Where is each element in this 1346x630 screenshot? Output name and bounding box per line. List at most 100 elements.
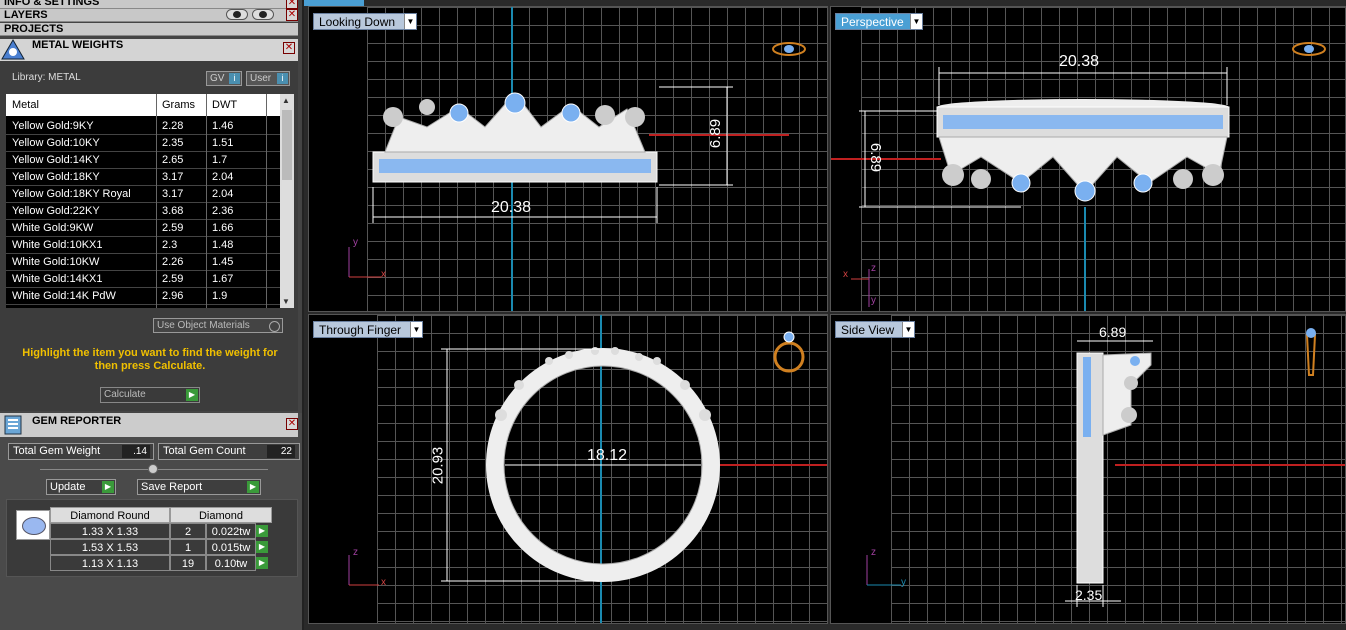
chevron-down-icon[interactable]: ▼ [902,322,914,337]
height-dimension: 6.89 [867,142,885,173]
info-settings-label: INFO & SETTINGS [4,0,100,8]
cell-metal: White Gold:10KX1 [12,239,103,251]
metal-table-scrollbar[interactable]: ▲ ▼ [280,94,294,308]
axis-z-label: z [871,547,876,558]
gem-cell-count: 1 [170,539,206,555]
metal-table-header: Metal Grams DWT [6,94,280,116]
viewport-looking-down[interactable]: Looking Down ▼ 20.38 6.89 y x [308,6,828,312]
viewport-label-perspective[interactable]: Perspective ▼ [835,13,923,30]
cell-dwt: 2.04 [212,171,234,183]
height-dimension: 6.89 [707,118,725,149]
cell-dwt: 1.45 [212,256,234,268]
table-row[interactable]: Yellow Gold:14KY 2.65 1.7 [6,152,280,169]
table-row[interactable]: Yellow Gold:18KY Royal 3.17 2.04 [6,186,280,203]
viewport-label-through-finger[interactable]: Through Finger ▼ [313,321,423,338]
eye-icon[interactable] [252,9,274,20]
gv-toggle[interactable]: GV i [206,71,242,86]
table-row[interactable]: Yellow Gold:18KY 3.17 2.04 [6,169,280,186]
scroll-down-icon[interactable]: ▼ [282,297,290,306]
save-report-button[interactable]: Save Report ▶ [137,479,261,495]
play-icon: ▶ [247,481,259,493]
viewport-label-side-view[interactable]: Side View ▼ [835,321,915,338]
scroll-up-icon[interactable]: ▲ [282,96,290,105]
projects-header[interactable]: PROJECTS [0,23,298,36]
column-dwt[interactable]: DWT [212,99,237,111]
close-icon[interactable]: ✕ [286,0,298,9]
height-dimension: 20.93 [429,446,447,485]
cell-grams: 2.28 [162,120,184,132]
viewport-label-looking-down[interactable]: Looking Down ▼ [313,13,417,30]
play-icon[interactable]: ▶ [256,541,268,553]
cell-metal: Yellow Gold:22KY [12,205,100,217]
table-row[interactable]: White Gold:9KW 2.59 1.66 [6,220,280,237]
column-grams[interactable]: Grams [162,99,195,111]
axis-y-label: y [901,577,906,588]
viewport-title: Perspective [841,15,904,29]
axis-x-label: x [381,577,386,588]
gem-reporter-title: GEM REPORTER [32,415,122,427]
chevron-down-icon[interactable]: ▼ [404,14,416,29]
table-row[interactable]: White Gold:14KX1 2.59 1.67 [6,271,280,288]
close-icon[interactable]: ✕ [283,42,295,54]
column-divider [266,94,267,308]
chevron-down-icon[interactable]: ▼ [910,14,922,29]
cell-metal: White Gold:14K PdW [12,290,116,302]
cell-dwt: 1.9 [212,290,228,302]
table-row[interactable]: White Gold:10KW 2.26 1.45 [6,254,280,271]
table-row[interactable]: Yellow Gold:9KY 2.28 1.46 [6,118,280,135]
play-icon[interactable]: ▶ [256,557,268,569]
column-diamond: Diamond [170,507,272,523]
splitter-handle[interactable] [148,464,158,474]
gem-reporter-panel: GEM REPORTER ✕ Total Gem Weight .14 Tota… [0,413,302,630]
gem-cell-size: 1.53 X 1.53 [50,539,170,555]
column-metal[interactable]: Metal [12,99,39,111]
viewport-title: Through Finger [319,323,402,337]
metal-table[interactable]: Metal Grams DWT Yellow Gold:9KY 2.28 1.46 Y… [6,94,294,308]
close-icon[interactable]: ✕ [286,418,298,430]
layer-visibility-icon[interactable] [226,9,248,20]
cell-grams: 2.3 [162,239,178,251]
viewport-perspective[interactable]: Perspective ▼ 20.38 6.89 z x y [830,6,1346,312]
looking-down-drawing [348,7,806,311]
axis-x-label: x [843,269,848,280]
close-icon[interactable]: ✕ [286,9,298,21]
chevron-down-icon[interactable]: ▼ [410,322,422,337]
axis-x-label: x [381,269,386,280]
gem-cell-tw: 0.10tw [206,555,256,571]
use-object-materials-toggle[interactable]: Use Object Materials [153,318,283,333]
calculate-button[interactable]: Calculate ▶ [100,387,200,403]
update-label: Update [50,481,86,493]
total-gem-count-value: 22 [267,445,295,458]
gem-reporter-title-bar: GEM REPORTER ✕ [0,413,298,437]
gem-cell-size: 1.13 X 1.13 [50,555,170,571]
cell-metal: White Gold:10KW [12,256,100,268]
play-icon[interactable]: ▶ [256,525,268,537]
total-gem-weight-value: .14 [122,445,150,458]
axis-z-label: z [353,547,358,558]
info-settings-header[interactable]: INFO & SETTINGS [0,0,298,9]
user-toggle[interactable]: User i [246,71,290,86]
diamond-round-icon [16,510,50,540]
cell-grams: 2.35 [162,137,184,149]
cell-dwt: 1.51 [212,137,234,149]
layers-label: LAYERS [4,9,48,21]
viewport-side-view[interactable]: Side View ▼ 6.89 2.35 z y [830,314,1346,624]
table-row[interactable]: Yellow Gold:10KY 2.35 1.51 [6,135,280,152]
width-dimension: 20.38 [1059,53,1100,70]
metal-weights-panel: METAL WEIGHTS ✕ Library: METAL GV i User i… [0,39,298,411]
cell-grams: 2.96 [162,290,184,302]
info-icon: i [229,73,240,84]
gem-cell-tw: 0.022tw [206,523,256,539]
scrollbar-thumb[interactable] [282,110,292,180]
metal-weights-icon [1,39,25,60]
update-button[interactable]: Update ▶ [46,479,116,495]
table-row[interactable]: Yellow Gold:22KY 3.68 2.36 [6,203,280,220]
viewport-through-finger[interactable]: Through Finger ▼ 18.12 20.93 z x [308,314,828,624]
library-label: Library: METAL [12,72,81,83]
table-row[interactable]: White Gold:14K PdW 2.96 1.9 [6,288,280,305]
gem-cell-tw: 0.015tw [206,539,256,555]
save-report-label: Save Report [141,481,203,493]
table-row[interactable]: White Gold:10KX1 2.3 1.48 [6,237,280,254]
through-finger-drawing [348,315,827,623]
total-gem-count-label: Total Gem Count [163,445,246,457]
